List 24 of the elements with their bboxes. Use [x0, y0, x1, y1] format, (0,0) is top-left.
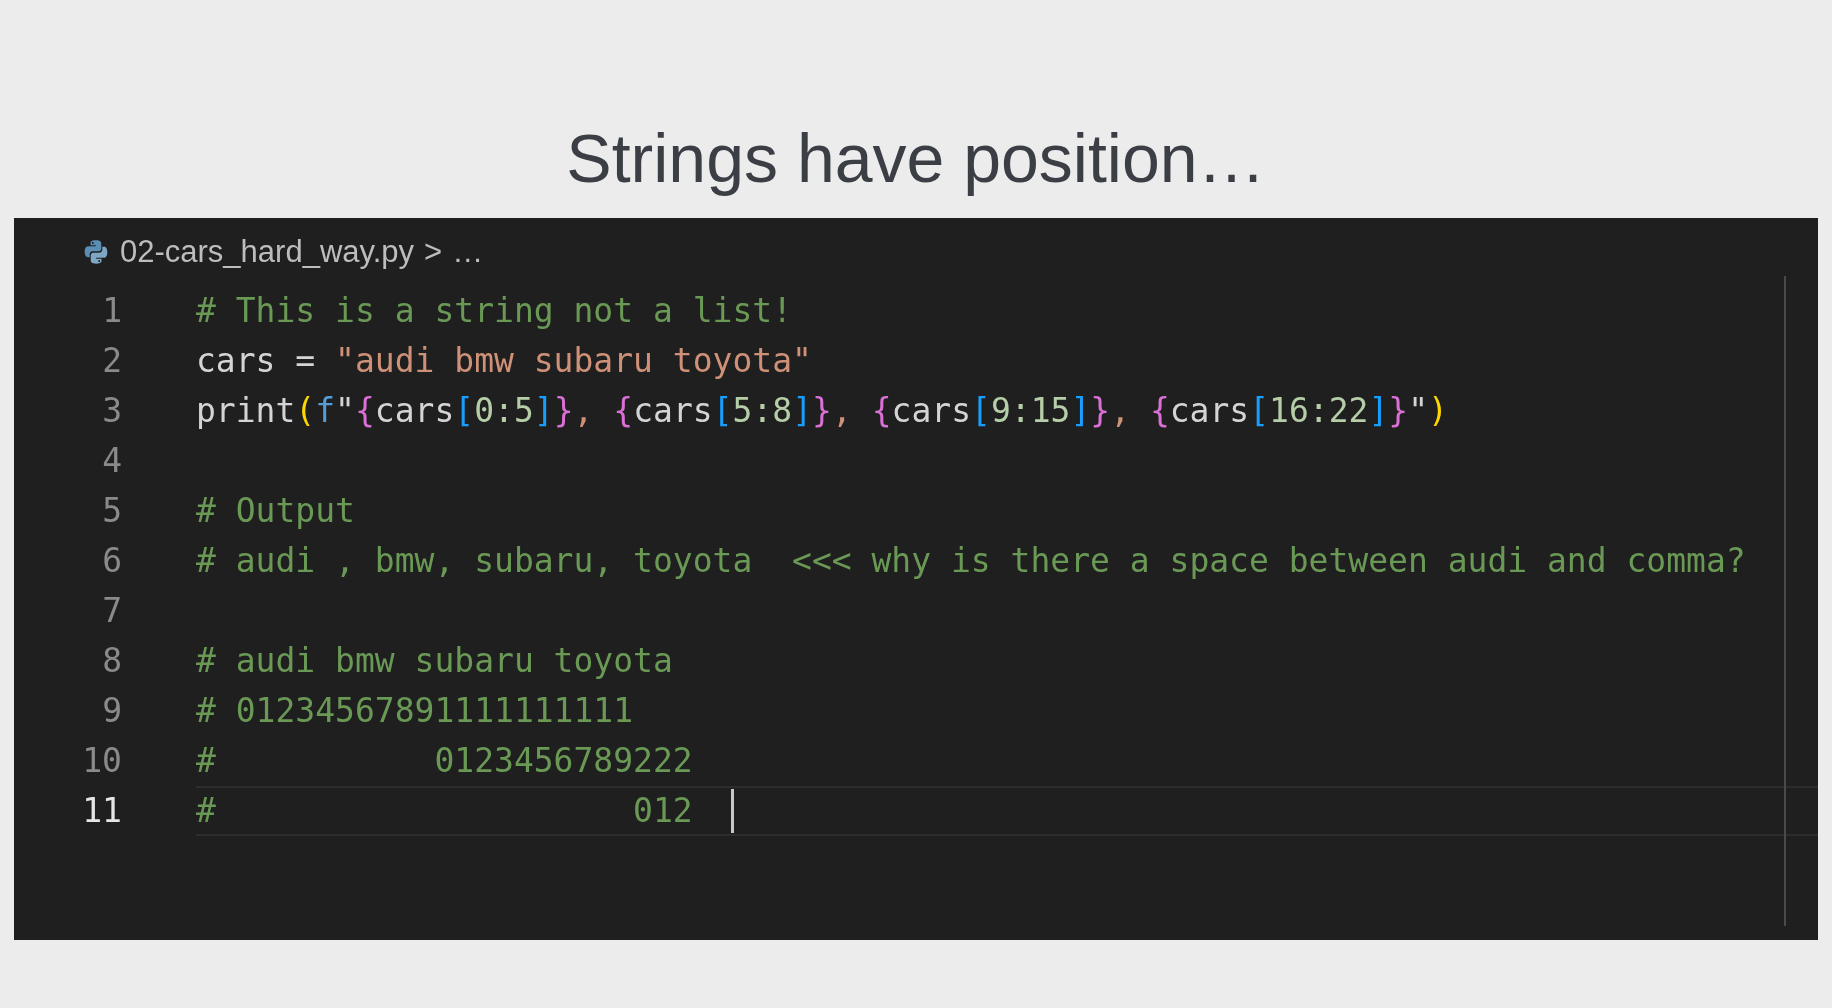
code-line: print(f"{cars[0:5]}, {cars[5:8]}, {cars[9:15]}, {cars[16:22]}") [196, 390, 1448, 433]
line-number: 8 [101, 640, 122, 683]
line-number: 2 [101, 340, 122, 383]
line-number: 3 [101, 390, 122, 433]
code-comment: # audi bmw subaru toyota [196, 640, 673, 683]
code-comment: # audi , bmw, subaru, toyota <<< why is there a space between audi and comma? [196, 540, 1746, 583]
line-number: 7 [101, 590, 122, 633]
line-number: 6 [101, 540, 122, 583]
line-number: 5 [101, 490, 122, 533]
breadcrumb-separator: > [424, 232, 443, 271]
breadcrumb-file[interactable]: 02-cars_hard_way.py [120, 228, 415, 276]
line-number: 9 [101, 690, 122, 733]
line-number: 10 [81, 740, 122, 783]
code-line: cars = "audi bmw subaru toyota" [196, 340, 812, 383]
breadcrumb-ellipsis[interactable]: … [452, 228, 484, 276]
code-comment: # 0123456789222 [196, 740, 693, 783]
code-comment: # This is a string not a list! [196, 290, 793, 333]
python-file-icon [82, 238, 110, 266]
line-number: 4 [101, 440, 122, 483]
line-number: 11 [81, 790, 122, 833]
code-comment: # Output [196, 490, 355, 533]
code-comment: # 01234567891111111111 [196, 690, 634, 733]
line-number: 1 [101, 290, 122, 333]
code-comment: # 012 [196, 790, 693, 833]
